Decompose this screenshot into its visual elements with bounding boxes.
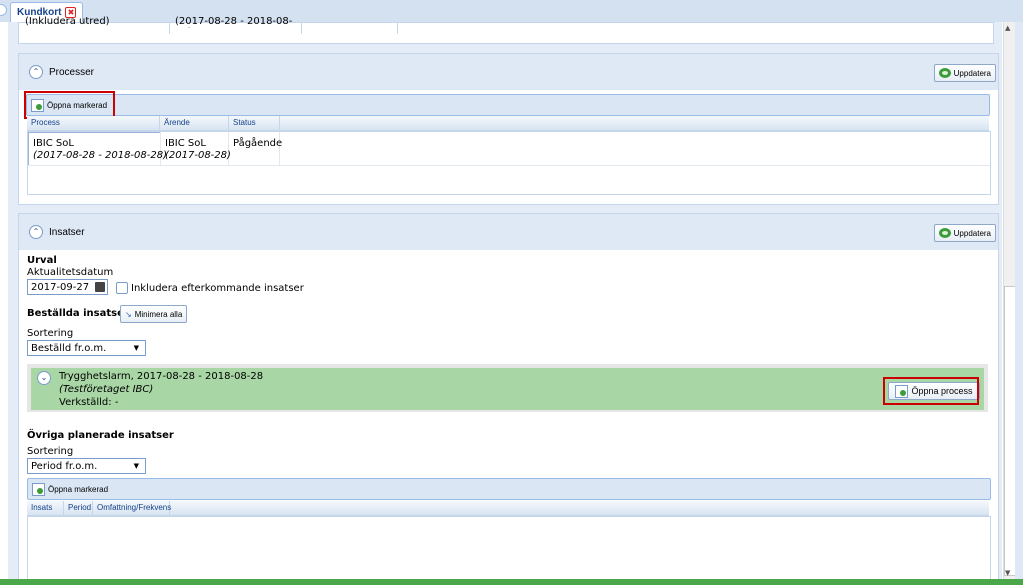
ovriga-grid-body <box>27 516 991 580</box>
update-label: Uppdatera <box>953 68 991 78</box>
urval-label: Urval <box>27 255 57 266</box>
table-row-arende[interactable]: IBIC SoL <box>165 138 206 150</box>
bestallda-label: Beställda insatser <box>27 308 129 319</box>
refresh-icon <box>938 228 951 238</box>
refresh-icon <box>938 68 951 78</box>
processer-update-button[interactable]: Uppdatera <box>933 64 996 82</box>
insatser-update-button[interactable]: Uppdatera <box>933 224 996 242</box>
processer-toolbar: Öppna markerad <box>26 94 990 116</box>
calendar-icon[interactable] <box>95 282 105 292</box>
processer-title: Processer <box>49 66 95 78</box>
list-item: ⌄ Trygghetslarm, 2017-08-28 - 2018-08-28… <box>31 368 984 410</box>
right-border <box>1015 22 1023 579</box>
insatser-header: ⌃ Insatser Uppdatera <box>19 214 998 250</box>
item-company: (Testföretaget IBC) <box>59 384 154 395</box>
col-status[interactable]: Status <box>229 116 280 130</box>
ovriga-sortering-label: Sortering <box>27 446 74 457</box>
scroll-up-icon[interactable]: ▲ <box>1005 24 1010 32</box>
update-label: Uppdatera <box>953 228 991 238</box>
include-later-checkbox[interactable] <box>116 282 128 294</box>
expand-down-icon[interactable]: ⌄ <box>37 371 51 385</box>
aktualitet-label: Aktualitetsdatum <box>27 267 114 278</box>
ovriga-open-marked-button[interactable]: Öppna markerad <box>32 482 109 496</box>
col-insats[interactable]: Insats <box>27 501 64 515</box>
ovriga-open-marked-label: Öppna markerad <box>48 484 109 494</box>
table-row-process[interactable]: IBIC SoL <box>33 138 74 150</box>
chevron-down-icon: ▼ <box>133 344 139 352</box>
ovriga-sortering-value: Period fr.o.m. <box>31 460 98 472</box>
ovriga-sortering-select[interactable]: Period fr.o.m. ▼ <box>27 458 146 474</box>
ovriga-label: Övriga planerade insatser <box>27 430 174 441</box>
include-later-label: Inkludera efterkommande insatser <box>131 283 304 294</box>
highlight-box <box>24 91 115 119</box>
collapse-up-icon[interactable]: ⌃ <box>29 65 43 79</box>
status-bar <box>0 579 1023 585</box>
aktualitet-value: 2017-09-27 <box>31 281 90 293</box>
collapse-up-icon[interactable]: ⌃ <box>29 225 43 239</box>
processer-grid-header: Process Ärende Status <box>27 116 989 131</box>
processer-header: ⌃ Processer Uppdatera <box>19 54 998 90</box>
insatser-panel: ⌃ Insatser Uppdatera Urval Aktualitetsda… <box>18 213 999 583</box>
col-period[interactable]: Period <box>64 501 93 515</box>
scroll-down-icon[interactable]: ▼ <box>1005 569 1010 577</box>
processer-grid-body: IBIC SoL (2017-08-28 - 2018-08-28) IBIC … <box>27 131 991 195</box>
item-title: Trygghetslarm, 2017-08-28 - 2018-08-28 <box>59 371 264 382</box>
insatser-title: Insatser <box>49 226 85 238</box>
top-partial-cell-1: (Inkludera utred) <box>25 16 110 27</box>
sortering-value: Beställd fr.o.m. <box>31 342 107 354</box>
col-arende[interactable]: Ärende <box>160 116 229 130</box>
sortering-select[interactable]: Beställd fr.o.m. ▼ <box>27 340 146 356</box>
minimize-icon: ↘ <box>125 309 132 319</box>
table-row-arende-date: (2017-08-28) <box>165 150 231 161</box>
sortering-label: Sortering <box>27 328 74 339</box>
aktualitet-date-field[interactable]: 2017-09-27 <box>27 279 108 295</box>
item-verkstalld: Verkställd: - <box>59 397 119 408</box>
minimera-alla-button[interactable]: ↘ Minimera alla <box>120 305 188 323</box>
col-omfattning[interactable]: Omfattning/Frekvens <box>93 501 171 515</box>
ovriga-grid-header: Insats Period Omfattning/Frekvens <box>27 501 989 516</box>
col-process[interactable]: Process <box>27 116 160 130</box>
ovriga-toolbar: Öppna markerad <box>27 478 991 500</box>
table-row-process-period: (2017-08-28 - 2018-08-28) <box>33 150 167 161</box>
open-icon <box>32 482 45 496</box>
table-row-status: Pågående <box>233 138 283 149</box>
top-partial-panel: (Inkludera utred) (2017-08-28 - 2018-08-… <box>18 16 994 44</box>
highlight-box <box>883 377 979 405</box>
chevron-down-icon: ▼ <box>133 462 139 470</box>
minimera-label: Minimera alla <box>134 309 183 319</box>
top-partial-cell-2: (2017-08-28 - 2018-08-28) <box>175 16 293 28</box>
processer-panel: ⌃ Processer Uppdatera Öppna markerad Pro… <box>18 53 999 205</box>
